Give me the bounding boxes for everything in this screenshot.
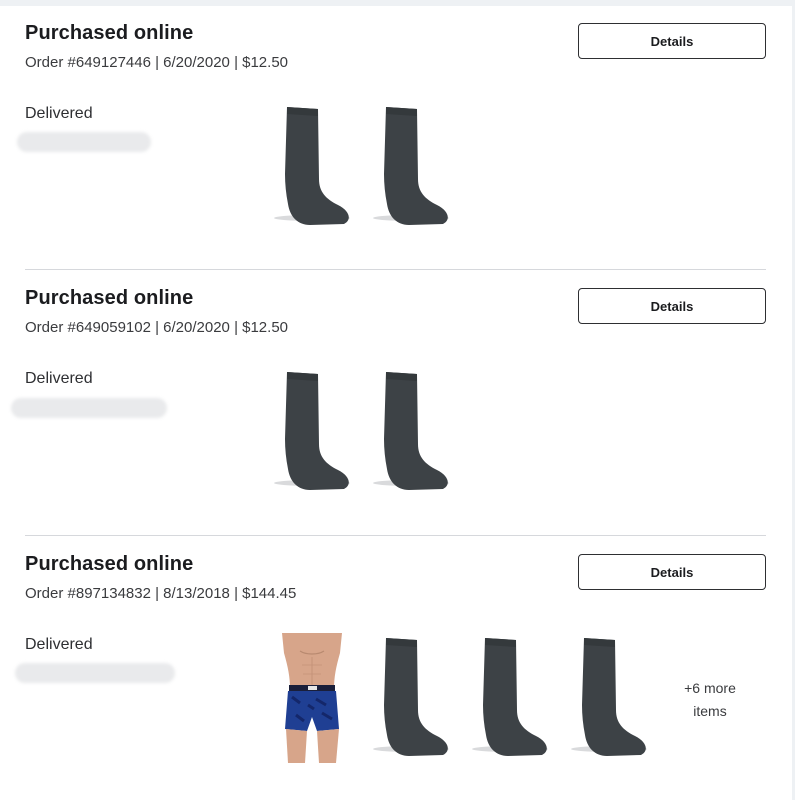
- product-image[interactable]: [270, 369, 360, 499]
- more-items-link[interactable]: +6 more items: [665, 677, 755, 723]
- details-button[interactable]: Details: [578, 23, 766, 59]
- order-card: Purchased online Order #649059102 | 6/20…: [11, 271, 766, 537]
- product-image[interactable]: [468, 635, 558, 765]
- sock-image: [373, 372, 449, 490]
- sock-image: [472, 638, 548, 756]
- sock-image: [373, 638, 449, 756]
- product-image[interactable]: [270, 104, 360, 234]
- order-card: Purchased online Order #649127446 | 6/20…: [17, 6, 766, 272]
- details-button[interactable]: Details: [578, 554, 766, 590]
- order-meta: Order #649059102 | 6/20/2020 | $12.50: [25, 319, 289, 336]
- order-card: Purchased online Order #897134832 | 8/13…: [15, 537, 766, 803]
- details-button[interactable]: Details: [578, 288, 766, 324]
- boxer-briefs-image: [272, 633, 352, 763]
- order-meta: Order #649127446 | 6/20/2020 | $12.50: [25, 54, 289, 71]
- more-items-label: items: [693, 703, 727, 719]
- order-title: Purchased online: [25, 22, 194, 44]
- order-status: Delivered: [25, 370, 93, 387]
- product-image[interactable]: [369, 635, 459, 765]
- order-meta: Order #897134832 | 8/13/2018 | $144.45: [25, 585, 297, 602]
- order-divider: [25, 269, 766, 270]
- sock-image: [571, 638, 647, 756]
- redacted-text: [17, 132, 151, 152]
- sock-image: [274, 107, 350, 225]
- order-status: Delivered: [25, 105, 93, 122]
- sock-image: [373, 107, 449, 225]
- order-status: Delivered: [25, 636, 93, 653]
- redacted-text: [15, 663, 175, 683]
- product-image[interactable]: [369, 369, 459, 499]
- sock-image: [274, 372, 350, 490]
- product-image[interactable]: [369, 104, 459, 234]
- product-image[interactable]: [567, 635, 657, 765]
- product-image[interactable]: [272, 633, 352, 763]
- order-title: Purchased online: [25, 287, 194, 309]
- redacted-text: [11, 398, 167, 418]
- order-divider: [25, 535, 766, 536]
- more-items-count: +6 more: [684, 680, 736, 696]
- order-title: Purchased online: [25, 553, 194, 575]
